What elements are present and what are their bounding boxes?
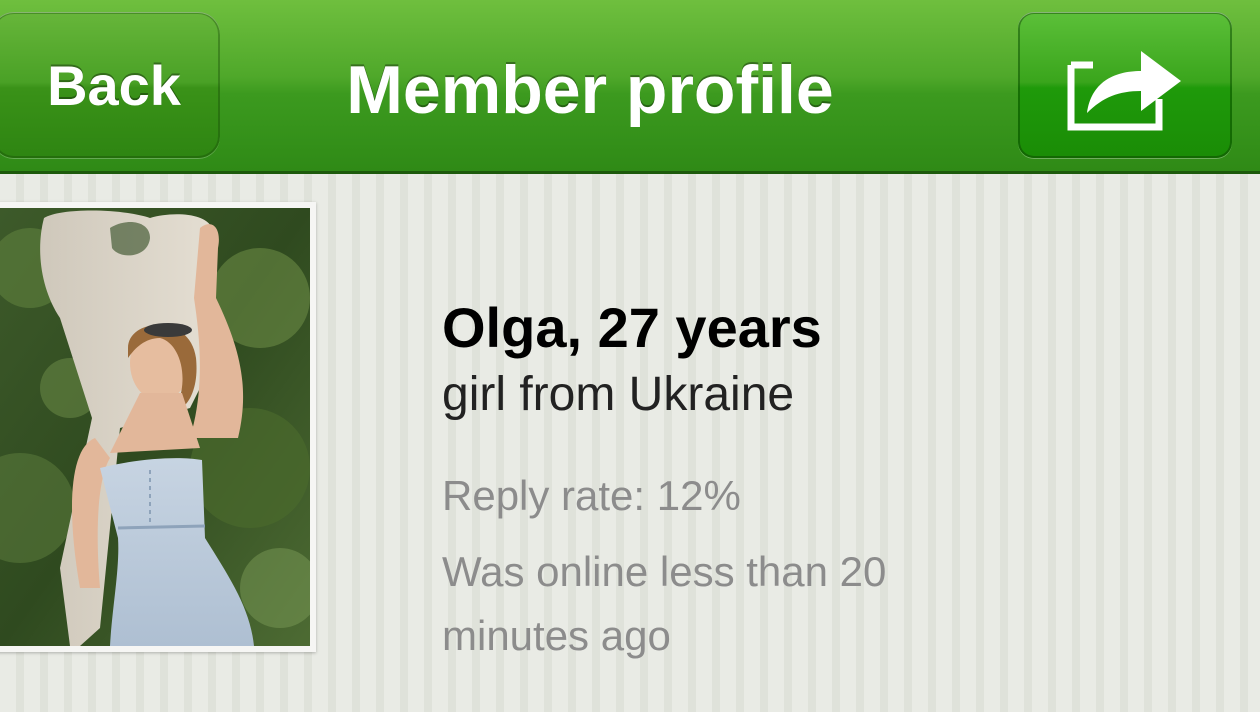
profile-photo (0, 208, 310, 646)
profile-subtitle: girl from Ukraine (442, 368, 795, 421)
profile-photo-frame[interactable] (0, 202, 316, 652)
last-online-status: Was online less than 20 minutes ago (442, 548, 887, 659)
back-button[interactable]: Back (0, 12, 220, 158)
share-button[interactable] (1018, 12, 1232, 158)
navigation-bar: Back Member profile (0, 0, 1260, 174)
profile-content: Olga, 27 years girl from Ukraine Reply r… (0, 174, 1260, 712)
share-icon (1067, 51, 1181, 131)
page-title: Member profile (346, 52, 834, 128)
profile-info: Olga, 27 years girl from Ukraine Reply r… (442, 292, 1222, 668)
reply-rate: Reply rate: 12% (442, 472, 741, 519)
profile-name-age: Olga, 27 years (442, 296, 822, 359)
